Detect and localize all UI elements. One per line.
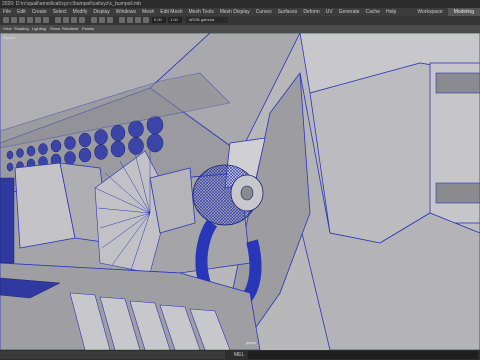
menu-display[interactable]: Display [90,8,112,16]
workspace-area: Workspace: Modeling [413,8,480,16]
panel-menu-bar: View Shading Lighting Show Renderer Pane… [0,25,480,33]
main-menu-bar: File Edit Create Select Modify Display Windows… [0,8,480,16]
panel-menu-renderer[interactable]: Renderer [62,26,79,31]
snap-curve-icon[interactable] [63,17,69,23]
3d-viewport[interactable]: persp [0,33,480,350]
status-line-shelf: 0.00 1.00 sRGB gamma [0,16,480,25]
menu-cache[interactable]: Cache [363,8,383,16]
panel-menu-show[interactable]: Show [50,26,60,31]
panels-label[interactable]: Panels [3,35,15,40]
right-box-slot-bottom [435,182,480,204]
menu-mesh-display[interactable]: Mesh Display [217,8,253,16]
menu-windows[interactable]: Windows [113,8,139,16]
move-tool-icon[interactable] [27,17,33,23]
wireframe-icon[interactable] [127,17,133,23]
menu-uv[interactable]: UV [323,8,336,16]
smooth-shade-icon[interactable] [135,17,141,23]
command-line-bar: MEL [0,350,480,360]
title-bar: 2020: D:\rc\quall\amoil\cat\xyz:c\bumpoi… [0,0,480,8]
panel-menu-view[interactable]: View [3,26,12,31]
menu-help[interactable]: Help [383,8,399,16]
menu-mesh[interactable]: Mesh [139,8,157,16]
snap-surface-icon[interactable] [79,17,85,23]
workspace-label: Workspace: [417,9,444,15]
camera-icon[interactable] [119,17,125,23]
menu-edit[interactable]: Edit [14,8,29,16]
render-icon[interactable] [91,17,97,23]
lights-icon[interactable] [143,17,149,23]
render-settings-icon[interactable] [107,17,113,23]
menu-edit-mesh[interactable]: Edit Mesh [157,8,185,16]
help-line [0,351,225,359]
mel-label[interactable]: MEL [234,351,244,359]
select-tool-icon[interactable] [3,17,9,23]
window-title: 2020: D:\rc\quall\amoil\cat\xyz:c\bumpoi… [2,1,141,7]
lasso-tool-icon[interactable] [11,17,17,23]
menu-mesh-tools[interactable]: Mesh Tools [186,8,217,16]
panel-menu-shading[interactable]: Shading [14,26,29,31]
exposure-field[interactable]: 0.00 [152,17,166,23]
paint-select-icon[interactable] [19,17,25,23]
scale-tool-icon[interactable] [43,17,49,23]
menu-deform[interactable]: Deform [300,8,322,16]
left-edge-wire [0,177,15,264]
panel-menu-panels[interactable]: Panels [82,26,94,31]
workspace-dropdown[interactable]: Modeling [447,8,480,16]
menu-curves[interactable]: Curves [253,8,275,16]
menu-create[interactable]: Create [29,8,50,16]
menu-generate[interactable]: Generate [336,8,363,16]
menu-select[interactable]: Select [50,8,70,16]
menu-surfaces[interactable]: Surfaces [275,8,301,16]
menu-file[interactable]: File [0,8,14,16]
panel-menu-lighting[interactable]: Lighting [32,26,46,31]
menu-modify[interactable]: Modify [70,8,91,16]
ipr-render-icon[interactable] [99,17,105,23]
gamma-field[interactable]: 1.00 [168,17,182,23]
scene-render [0,33,480,350]
snap-point-icon[interactable] [71,17,77,23]
command-input[interactable] [248,351,478,359]
rotate-tool-icon[interactable] [35,17,41,23]
snap-grid-icon[interactable] [55,17,61,23]
camera-name-label: persp [246,340,257,345]
color-space-dropdown[interactable]: sRGB gamma [186,17,228,23]
right-box-slot-top [435,72,480,94]
